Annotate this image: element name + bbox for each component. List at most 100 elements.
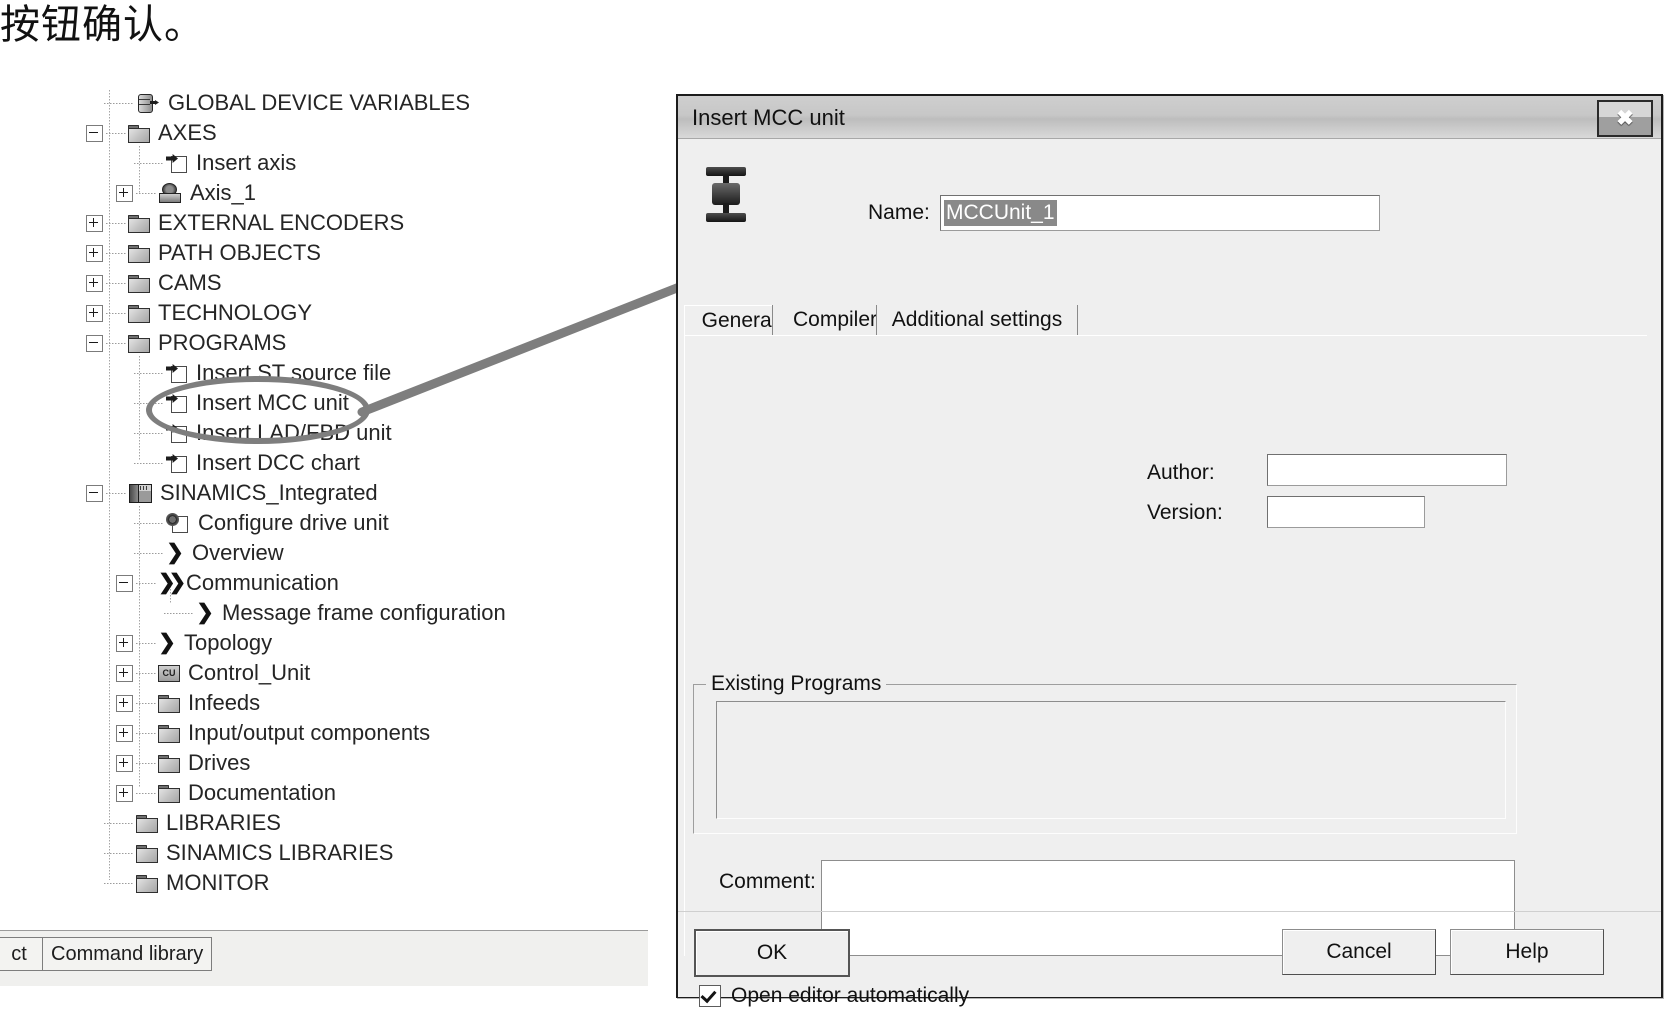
tree-connector [134, 462, 164, 464]
global-device-variables-icon [136, 93, 160, 113]
folder-icon [128, 124, 150, 143]
tree-expander-plus[interactable] [116, 784, 133, 802]
open-editor-row[interactable]: Open editor automatically [699, 984, 969, 1008]
tree-connector [106, 312, 126, 314]
tree-item-topology[interactable]: ❯ Topology [116, 628, 272, 658]
tree-item-libraries[interactable]: LIBRARIES [86, 808, 281, 838]
tree-expander-plus[interactable] [86, 244, 103, 262]
tree-item-cams[interactable]: CAMS [86, 268, 222, 298]
tree-item-overview[interactable]: ❯ Overview [116, 538, 284, 568]
tree-item-label: TECHNOLOGY [158, 300, 313, 325]
tree-item-communication[interactable]: ❯❯ Communication [116, 568, 339, 598]
folder-icon [136, 814, 158, 833]
tree-expander-minus[interactable] [86, 334, 103, 352]
tree-item-axes[interactable]: AXES [86, 118, 217, 148]
tree-item-label: Topology [184, 630, 273, 655]
tree-connector [136, 792, 156, 794]
tree-item-label: Insert axis [196, 150, 297, 175]
folder-icon [128, 244, 150, 263]
bottom-tab-command-library[interactable]: Command library [42, 937, 213, 971]
tree-item-label: Message frame configuration [222, 600, 506, 625]
screenshot-root: 按钮确认。 GLOBAL DEVICE VARIABLES AXES Insert … [0, 0, 1667, 1035]
project-tree-panel: GLOBAL DEVICE VARIABLES AXES Insert axis Ax… [0, 88, 648, 943]
tree-item-label: PROGRAMS [158, 330, 287, 355]
comment-label: Comment: [719, 870, 816, 893]
dialog-title: Insert MCC unit [692, 105, 845, 130]
folder-icon [158, 754, 180, 773]
folder-icon [128, 304, 150, 323]
tree-item-sinamics-libraries[interactable]: SINAMICS LIBRARIES [86, 838, 393, 868]
tree-connector [136, 192, 156, 194]
tree-item-insert-axis[interactable]: Insert axis [116, 148, 296, 178]
tree-item-technology[interactable]: TECHNOLOGY [86, 298, 312, 328]
tree-expander-plus[interactable] [86, 274, 103, 292]
tree-item-infeeds[interactable]: Infeeds [116, 688, 260, 718]
tree-item-programs[interactable]: PROGRAMS [86, 328, 286, 358]
tree-item-label: Drives [188, 750, 251, 775]
tree-connector [164, 612, 194, 614]
tree-expander-plus[interactable] [116, 664, 133, 682]
tree-item-label: AXES [158, 120, 217, 145]
tree-connector [104, 852, 134, 854]
author-input[interactable] [1267, 454, 1507, 486]
tree-expander-minus[interactable] [86, 484, 103, 502]
tree-expander-plus[interactable] [116, 634, 133, 652]
name-input-value: MCCUnit_1 [944, 200, 1057, 226]
page-caption: 按钮确认。 [0, 2, 205, 48]
folder-icon [128, 334, 150, 353]
tree-connector [136, 642, 156, 644]
tree-item-message-frame-configuration[interactable]: ❯ Message frame configuration [146, 598, 506, 628]
open-editor-checkbox[interactable] [699, 985, 721, 1007]
folder-icon [136, 874, 158, 893]
existing-programs-list[interactable] [716, 701, 1506, 819]
panel-bottom-tabstrip: ct Command library [0, 930, 648, 986]
tree-expander-minus[interactable] [116, 574, 133, 592]
insert-mcc-unit-dialog: Insert MCC unit ✖ Name: MCCUnit_1 Genera… [676, 94, 1663, 1007]
tree-item-configure-drive-unit[interactable]: Configure drive unit [116, 508, 389, 538]
tree-item-control-unit[interactable]: CU Control_Unit [116, 658, 310, 688]
tree-item-documentation[interactable]: Documentation [116, 778, 336, 808]
dialog-titlebar[interactable]: Insert MCC unit ✖ [678, 96, 1661, 139]
tree-item-external-encoders[interactable]: EXTERNAL ENCODERS [86, 208, 404, 238]
tree-connector [134, 552, 164, 554]
tree-item-sinamics-integrated[interactable]: SINAMICS_Integrated [86, 478, 378, 508]
version-input[interactable] [1267, 496, 1425, 528]
help-button[interactable]: Help [1450, 929, 1604, 975]
tree-connector [136, 672, 156, 674]
tab-additional-settings[interactable]: Additional settings [876, 305, 1078, 335]
tree-item-label: PATH OBJECTS [158, 240, 321, 265]
tree-expander-plus[interactable] [116, 184, 133, 202]
tree-item-insert-dcc-chart[interactable]: Insert DCC chart [116, 448, 360, 478]
tree-connector [136, 582, 156, 584]
tree-item-label: Documentation [188, 780, 336, 805]
tree-item-axis-1[interactable]: Axis_1 [116, 178, 256, 208]
tree-item-input-output-components[interactable]: Input/output components [116, 718, 430, 748]
tree-connector [104, 102, 134, 104]
tree-connector [136, 732, 156, 734]
chevron-right-icon: ❯ [166, 541, 184, 564]
tree-expander-plus[interactable] [86, 304, 103, 322]
folder-icon [158, 694, 180, 713]
chevron-right-icon: ❯ [158, 631, 176, 654]
tab-pane-general: Author: Version: Existing Programs Comme… [684, 335, 1647, 1007]
ok-button[interactable]: OK [694, 929, 850, 977]
tree-item-label: CAMS [158, 270, 222, 295]
tree-item-label: Insert DCC chart [196, 450, 360, 475]
tree-expander-plus[interactable] [116, 724, 133, 742]
tree-item-label: Axis_1 [190, 180, 257, 205]
tree-expander-plus[interactable] [116, 694, 133, 712]
tree-expander-minus[interactable] [86, 124, 103, 142]
tree-expander-plus[interactable] [116, 754, 133, 772]
close-icon[interactable]: ✖ [1597, 100, 1653, 137]
tree-expander-plus[interactable] [86, 214, 103, 232]
tree-item-path-objects[interactable]: PATH OBJECTS [86, 238, 321, 268]
tree-connector [106, 222, 126, 224]
tree-item-monitor[interactable]: MONITOR [86, 868, 269, 898]
tree-item-drives[interactable]: Drives [116, 748, 250, 778]
folder-icon [128, 274, 150, 293]
tree-item-global-device-variables[interactable]: GLOBAL DEVICE VARIABLES [86, 88, 470, 118]
name-input[interactable]: MCCUnit_1 [940, 195, 1380, 231]
cancel-button[interactable]: Cancel [1282, 929, 1436, 975]
dialog-tabstrip: General Compiler Additional settings [684, 305, 1646, 337]
insert-object-icon [166, 153, 188, 173]
